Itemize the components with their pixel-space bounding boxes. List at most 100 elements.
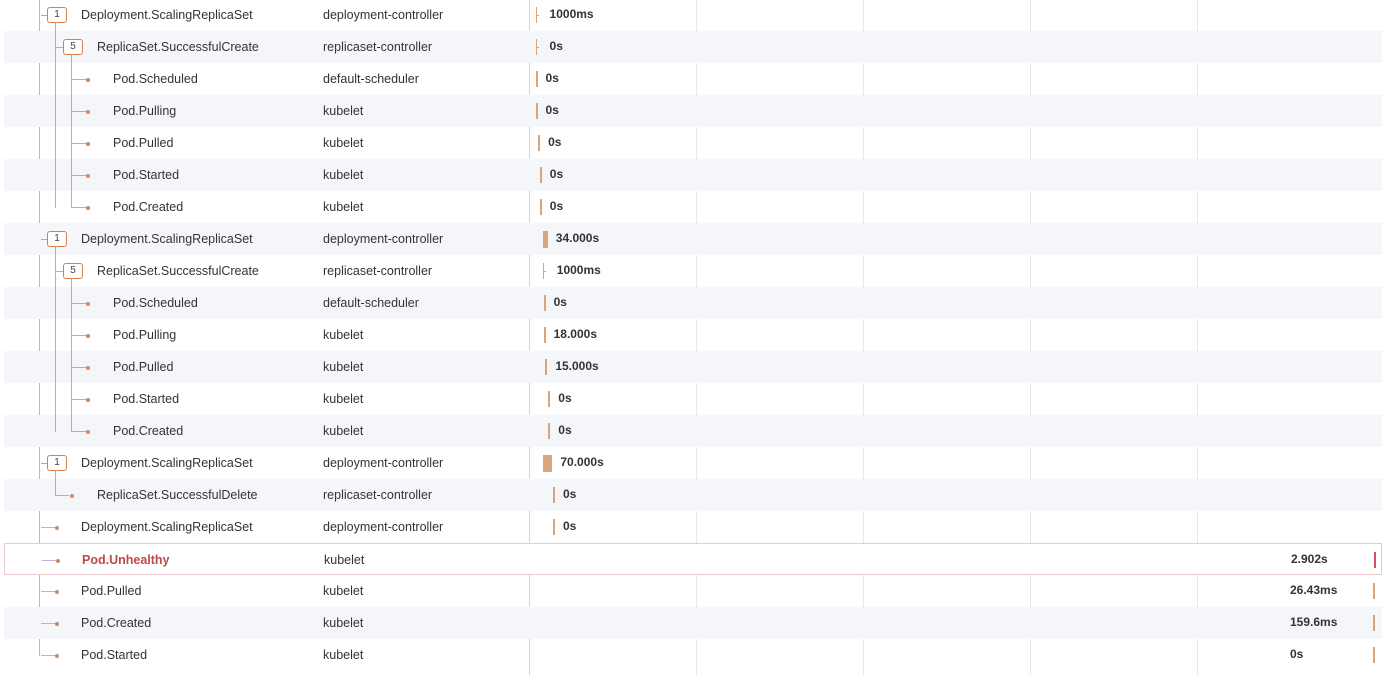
table-row[interactable]: Pod.Unhealthy kubelet 2.902s bbox=[4, 543, 1382, 575]
table-row[interactable]: Pod.Started kubelet 0s bbox=[4, 159, 1382, 191]
tree-connector bbox=[55, 95, 56, 127]
table-row[interactable]: 1 Deployment.ScalingReplicaSet deployment-… bbox=[4, 447, 1382, 479]
table-row[interactable]: 5 ReplicaSet.SuccessfulCreate replicaset-c… bbox=[4, 255, 1382, 287]
table-row[interactable]: Pod.Created kubelet 0s bbox=[4, 191, 1382, 223]
tree-connector bbox=[71, 431, 87, 432]
tree-connector bbox=[55, 127, 56, 159]
tree-connector bbox=[55, 319, 56, 351]
tree-connector bbox=[55, 63, 56, 95]
event-dot-icon bbox=[86, 174, 90, 178]
child-count-badge[interactable]: 1 bbox=[47, 455, 67, 471]
event-source: kubelet bbox=[323, 648, 364, 662]
duration-bar bbox=[535, 103, 538, 119]
event-dot-icon bbox=[86, 366, 90, 370]
duration-bar-tick bbox=[543, 271, 547, 272]
child-count-badge[interactable]: 1 bbox=[47, 231, 67, 247]
event-name: Pod.Started bbox=[113, 168, 180, 182]
tree-connector bbox=[55, 159, 56, 191]
event-source: replicaset-controller bbox=[323, 264, 433, 278]
event-name: Pod.Scheduled bbox=[113, 296, 198, 310]
tree-connector bbox=[42, 560, 56, 561]
event-duration: 0s bbox=[548, 135, 562, 149]
event-source: kubelet bbox=[323, 616, 364, 630]
event-source: deployment-controller bbox=[323, 520, 444, 534]
event-name: Pod.Started bbox=[81, 648, 148, 662]
table-row[interactable]: 1 Deployment.ScalingReplicaSet deployment-… bbox=[4, 0, 1382, 31]
event-duration: 0s bbox=[549, 199, 564, 213]
duration-bar bbox=[1373, 647, 1376, 663]
tree-connector bbox=[55, 479, 56, 496]
event-source: kubelet bbox=[323, 168, 364, 182]
tree-connector bbox=[55, 383, 56, 415]
tree-gutter bbox=[4, 639, 304, 671]
duration-bar bbox=[539, 199, 542, 215]
tree-connector bbox=[41, 591, 55, 592]
table-row[interactable]: Pod.Scheduled default-scheduler 0s bbox=[4, 287, 1382, 319]
tree-connector bbox=[71, 111, 87, 112]
event-name: ReplicaSet.SuccessfulCreate bbox=[97, 40, 259, 54]
event-duration: 70.000s bbox=[560, 455, 604, 469]
table-row[interactable]: Pod.Pulled kubelet 15.000s bbox=[4, 351, 1382, 383]
tree-gutter bbox=[4, 607, 304, 639]
table-row[interactable]: Pod.Pulling kubelet 18.000s bbox=[4, 319, 1382, 351]
child-count-badge[interactable]: 5 bbox=[63, 39, 83, 55]
tree-connector bbox=[71, 399, 87, 400]
event-duration: 0s bbox=[545, 71, 559, 85]
table-row[interactable]: Pod.Started kubelet 0s bbox=[4, 383, 1382, 415]
event-duration: 2.902s bbox=[1291, 552, 1328, 566]
table-row[interactable]: Pod.Created kubelet 159.6ms bbox=[4, 607, 1382, 639]
event-name: Deployment.ScalingReplicaSet bbox=[81, 232, 253, 246]
event-name: Pod.Unhealthy bbox=[82, 553, 170, 567]
event-source: default-scheduler bbox=[323, 72, 419, 86]
tree-connector bbox=[71, 54, 72, 63]
child-count-badge[interactable]: 1 bbox=[47, 7, 67, 23]
duration-bar bbox=[538, 135, 541, 151]
event-duration: 0s bbox=[549, 39, 563, 53]
event-name: Pod.Pulling bbox=[113, 328, 177, 342]
event-duration: 0s bbox=[562, 487, 577, 501]
table-row[interactable]: Pod.Pulled kubelet 0s bbox=[4, 127, 1382, 159]
event-source: kubelet bbox=[323, 424, 364, 438]
event-dot-icon bbox=[55, 590, 59, 594]
table-row[interactable]: Pod.Created kubelet 0s bbox=[4, 415, 1382, 447]
table-row[interactable]: 1 Deployment.ScalingReplicaSet deployment-… bbox=[4, 223, 1382, 255]
duration-bar bbox=[548, 391, 551, 407]
event-dot-icon bbox=[55, 526, 59, 530]
tree-connector bbox=[55, 287, 56, 319]
event-name: Deployment.ScalingReplicaSet bbox=[81, 456, 253, 470]
tree-connector bbox=[71, 335, 87, 336]
tree-connector bbox=[71, 278, 72, 287]
tree-connector bbox=[55, 415, 56, 432]
event-source: kubelet bbox=[323, 104, 364, 118]
table-row[interactable]: Pod.Started kubelet 0s bbox=[4, 639, 1382, 671]
event-source: kubelet bbox=[323, 200, 364, 214]
table-row[interactable]: Pod.Pulling kubelet 0s bbox=[4, 95, 1382, 127]
tree-connector bbox=[55, 495, 69, 496]
duration-bar bbox=[548, 423, 551, 439]
tree-connector bbox=[55, 22, 56, 31]
event-duration: 159.6ms bbox=[1290, 615, 1338, 629]
event-dot-icon bbox=[70, 494, 74, 498]
event-duration: 0s bbox=[553, 295, 567, 309]
table-row[interactable]: Deployment.ScalingReplicaSet deployment-c… bbox=[4, 511, 1382, 543]
event-duration: 0s bbox=[1290, 647, 1304, 661]
tree-connector bbox=[41, 527, 55, 528]
event-dot-icon bbox=[86, 206, 90, 210]
table-row[interactable]: 5 ReplicaSet.SuccessfulCreate replicaset-c… bbox=[4, 31, 1382, 63]
event-dot-icon bbox=[55, 622, 59, 626]
event-name: Pod.Started bbox=[113, 392, 180, 406]
event-source: kubelet bbox=[323, 136, 364, 150]
event-source: default-scheduler bbox=[323, 296, 419, 310]
table-row[interactable]: Pod.Pulled kubelet 26.43ms bbox=[4, 575, 1382, 607]
event-name: Pod.Created bbox=[113, 424, 184, 438]
event-source: kubelet bbox=[323, 392, 364, 406]
tree-connector bbox=[71, 143, 87, 144]
table-row[interactable]: ReplicaSet.SuccessfulDelete replicaset-co… bbox=[4, 479, 1382, 511]
child-count-badge[interactable]: 5 bbox=[63, 263, 83, 279]
event-name: Pod.Created bbox=[81, 616, 152, 630]
event-duration: 0s bbox=[549, 167, 564, 181]
tree-connector bbox=[71, 207, 87, 208]
tree-connector bbox=[41, 623, 55, 624]
event-source: kubelet bbox=[323, 584, 364, 598]
table-row[interactable]: Pod.Scheduled default-scheduler 0s bbox=[4, 63, 1382, 95]
